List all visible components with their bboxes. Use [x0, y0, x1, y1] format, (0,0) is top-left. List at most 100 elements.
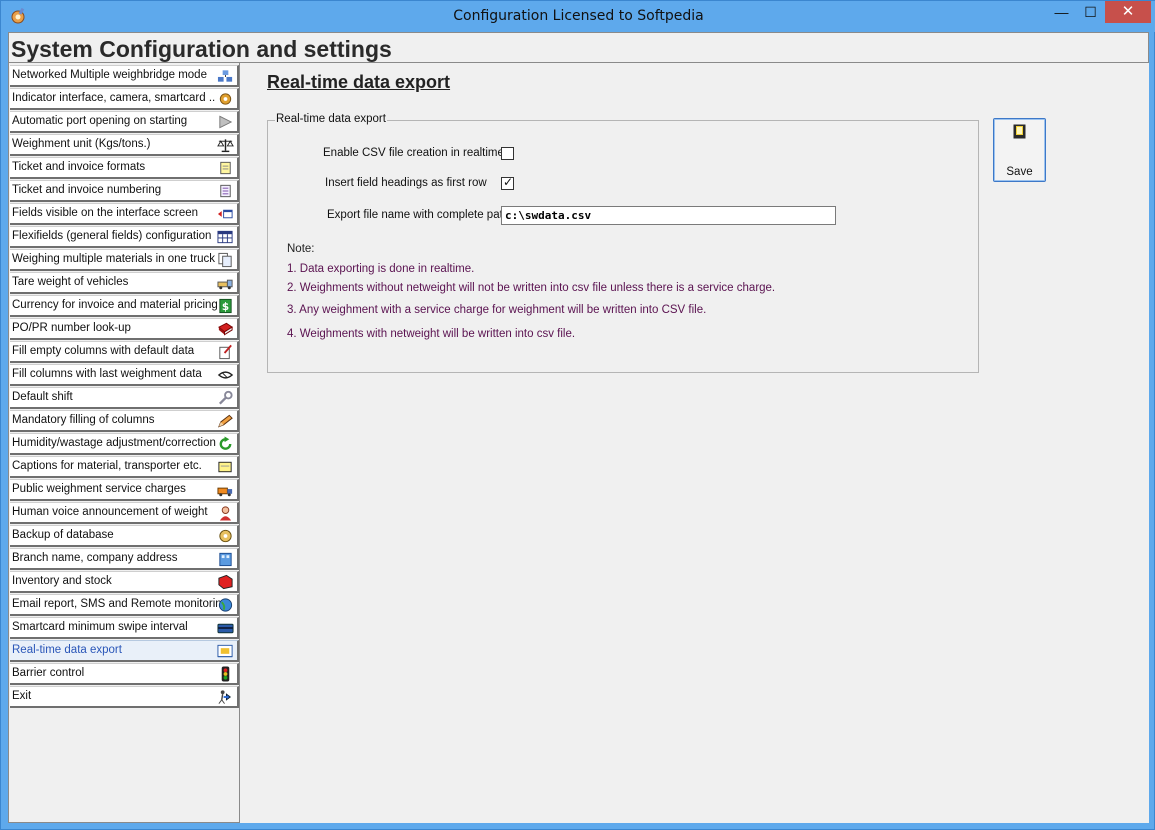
truck-orange-icon [217, 487, 233, 497]
sidebar-item-barrier-control[interactable]: Barrier control [10, 663, 239, 685]
sidebar-item-label: Smartcard minimum swipe interval [12, 621, 188, 633]
sidebar-item-label: Tare weight of vehicles [12, 276, 129, 288]
note-line: 3. Any weighment with a service charge f… [287, 304, 707, 316]
inventory-icon [218, 574, 233, 590]
card-icon [217, 623, 234, 634]
balance-scale-icon [217, 139, 234, 153]
minimize-button[interactable]: — [1047, 1, 1076, 23]
person-icon [219, 506, 232, 521]
sidebar-item-public-weighment-service-charges[interactable]: Public weighment service charges [10, 479, 239, 501]
scroll-icon [218, 461, 232, 473]
sidebar-item-networked-multiple-weighbridge-mode[interactable]: Networked Multiple weighbridge mode [10, 65, 239, 87]
document-icon [220, 161, 231, 175]
page-header: System Configuration and settings [8, 32, 1149, 63]
sidebar-item-backup-of-database[interactable]: Backup of database [10, 525, 239, 547]
dollar-icon: $ [219, 298, 232, 314]
table-grid-icon [217, 230, 233, 244]
sidebar-item-ticket-and-invoice-formats[interactable]: Ticket and invoice formats [10, 157, 239, 179]
sidebar-item-label: Weighment unit (Kgs/tons.) [12, 138, 151, 150]
sidebar-item-weighing-multiple-materials-in-one-truck[interactable]: Weighing multiple materials in one truck [10, 249, 239, 271]
book-icon [218, 322, 233, 336]
sidebar-item-ticket-and-invoice-numbering[interactable]: Ticket and invoice numbering [10, 180, 239, 202]
title-bar[interactable]: Configuration Licensed to Softpedia — ☐ … [1, 1, 1155, 32]
note-line: 1. Data exporting is done in realtime. [287, 263, 475, 275]
export-icon [217, 644, 233, 658]
sidebar-item-label: Fill columns with last weighment data [12, 368, 202, 380]
sidebar-item-flexifields-general-fields-configuration[interactable]: Flexifields (general fields) configurati… [10, 226, 239, 248]
sidebar-item-label: Inventory and stock [12, 575, 112, 587]
handshake-icon [217, 371, 234, 379]
sidebar-item-indicator-interface-camera-smartcard[interactable]: Indicator interface, camera, smartcard .… [10, 88, 239, 110]
enable-csv-checkbox[interactable] [501, 147, 514, 160]
sidebar-item-label: Real-time data export [12, 644, 122, 656]
note-line: 2. Weighments without netweight will not… [287, 282, 776, 294]
sidebar-item-label: Humidity/wastage adjustment/correction [12, 437, 216, 449]
sidebar: Networked Multiple weighbridge mode Indic… [8, 63, 240, 823]
sidebar-item-real-time-data-export[interactable]: Real-time data export [10, 640, 239, 662]
save-icon [1013, 124, 1026, 139]
insert-headings-checkbox[interactable]: ✓ [501, 175, 514, 190]
note-line: 4. Weighments with netweight will be wri… [287, 328, 576, 340]
network-computers-icon [217, 70, 233, 82]
sidebar-item-po-pr-number-look-up[interactable]: PO/PR number look-up [10, 318, 239, 340]
sidebar-item-label: Indicator interface, camera, smartcard .… [12, 92, 216, 104]
traffic-light-icon [221, 666, 230, 682]
sidebar-item-label: PO/PR number look-up [12, 322, 131, 334]
sidebar-item-label: Currency for invoice and material pricin… [12, 299, 218, 311]
sidebar-item-fill-empty-columns-with-default-data[interactable]: Fill empty columns with default data [10, 341, 239, 363]
close-button[interactable]: ✕ [1105, 1, 1151, 23]
sidebar-item-label: Email report, SMS and Remote monitoring [12, 598, 229, 610]
globe-icon [218, 598, 233, 612]
edit-note-icon [219, 344, 232, 360]
exit-person-icon [218, 690, 232, 704]
save-label: Save [1006, 166, 1033, 178]
checkmark-icon: ✓ [503, 175, 514, 189]
client-area: System Configuration and settings Networ… [8, 32, 1149, 823]
svg-text:$: $ [222, 301, 229, 313]
save-button[interactable]: Save [993, 118, 1046, 182]
sidebar-item-label: Mandatory filling of columns [12, 414, 155, 426]
page-title: System Configuration and settings [11, 36, 392, 62]
sidebar-item-label: Fields visible on the interface screen [12, 207, 199, 219]
backup-disk-icon [219, 529, 232, 543]
sidebar-item-currency-for-invoice-and-material-pricin[interactable]: Currency for invoice and material pricin… [10, 295, 239, 317]
insert-headings-label: Insert field headings as first row [325, 177, 487, 189]
refresh-icon [219, 436, 232, 450]
sidebar-item-label: Default shift [12, 391, 73, 403]
sidebar-item-label: Ticket and invoice numbering [12, 184, 162, 196]
sidebar-item-label: Flexifields (general fields) configurati… [12, 230, 212, 242]
sidebar-item-tare-weight-of-vehicles[interactable]: Tare weight of vehicles [10, 272, 239, 294]
window-arrow-icon [217, 209, 233, 219]
sidebar-item-automatic-port-opening-on-starting[interactable]: Automatic port opening on starting [10, 111, 239, 133]
sidebar-item-inventory-and-stock[interactable]: Inventory and stock [10, 571, 239, 593]
sidebar-item-label: Captions for material, transporter etc. [12, 460, 202, 472]
wrench-icon [218, 390, 233, 405]
maximize-button[interactable]: ☐ [1076, 1, 1105, 23]
sidebar-item-smartcard-minimum-swipe-interval[interactable]: Smartcard minimum swipe interval [10, 617, 239, 639]
sidebar-item-humidity-wastage-adjustment-correction[interactable]: Humidity/wastage adjustment/correction [10, 433, 239, 455]
sidebar-item-label: Public weighment service charges [12, 483, 186, 495]
numbered-document-icon [220, 184, 231, 198]
sidebar-item-exit[interactable]: Exit [10, 686, 239, 708]
pencil-icon [218, 414, 233, 428]
sidebar-item-default-shift[interactable]: Default shift [10, 387, 239, 409]
sidebar-item-label: Networked Multiple weighbridge mode [12, 69, 207, 81]
sidebar-item-label: Barrier control [12, 667, 85, 679]
enable-csv-label: Enable CSV file creation in realtime [323, 147, 504, 159]
sidebar-item-fields-visible-on-the-interface-screen[interactable]: Fields visible on the interface screen [10, 203, 239, 225]
window-title: Configuration Licensed to Softpedia [453, 8, 704, 24]
truck-icon [217, 279, 233, 290]
sidebar-item-fill-columns-with-last-weighment-data[interactable]: Fill columns with last weighment data [10, 364, 239, 386]
sidebar-item-mandatory-filling-of-columns[interactable]: Mandatory filling of columns [10, 410, 239, 432]
export-path-input[interactable]: c:\swdata.csv [501, 206, 836, 225]
sidebar-item-label: Fill empty columns with default data [12, 345, 195, 357]
sidebar-item-label: Automatic port opening on starting [12, 115, 188, 127]
sidebar-item-label: Human voice announcement of weight [12, 506, 208, 518]
export-settings-group: Real-time data export Enable CSV file cr… [267, 113, 979, 373]
sidebar-item-email-report-sms-and-remote-monitoring[interactable]: Email report, SMS and Remote monitoring [10, 594, 239, 616]
sidebar-item-weighment-unit-kgs-tons[interactable]: Weighment unit (Kgs/tons.) [10, 134, 239, 156]
sidebar-item-captions-for-material-transporter-etc[interactable]: Captions for material, transporter etc. [10, 456, 239, 478]
export-path-label: Export file name with complete path : [327, 209, 516, 221]
sidebar-item-branch-name-company-address[interactable]: Branch name, company address [10, 548, 239, 570]
sidebar-item-human-voice-announcement-of-weight[interactable]: Human voice announcement of weight [10, 502, 239, 524]
